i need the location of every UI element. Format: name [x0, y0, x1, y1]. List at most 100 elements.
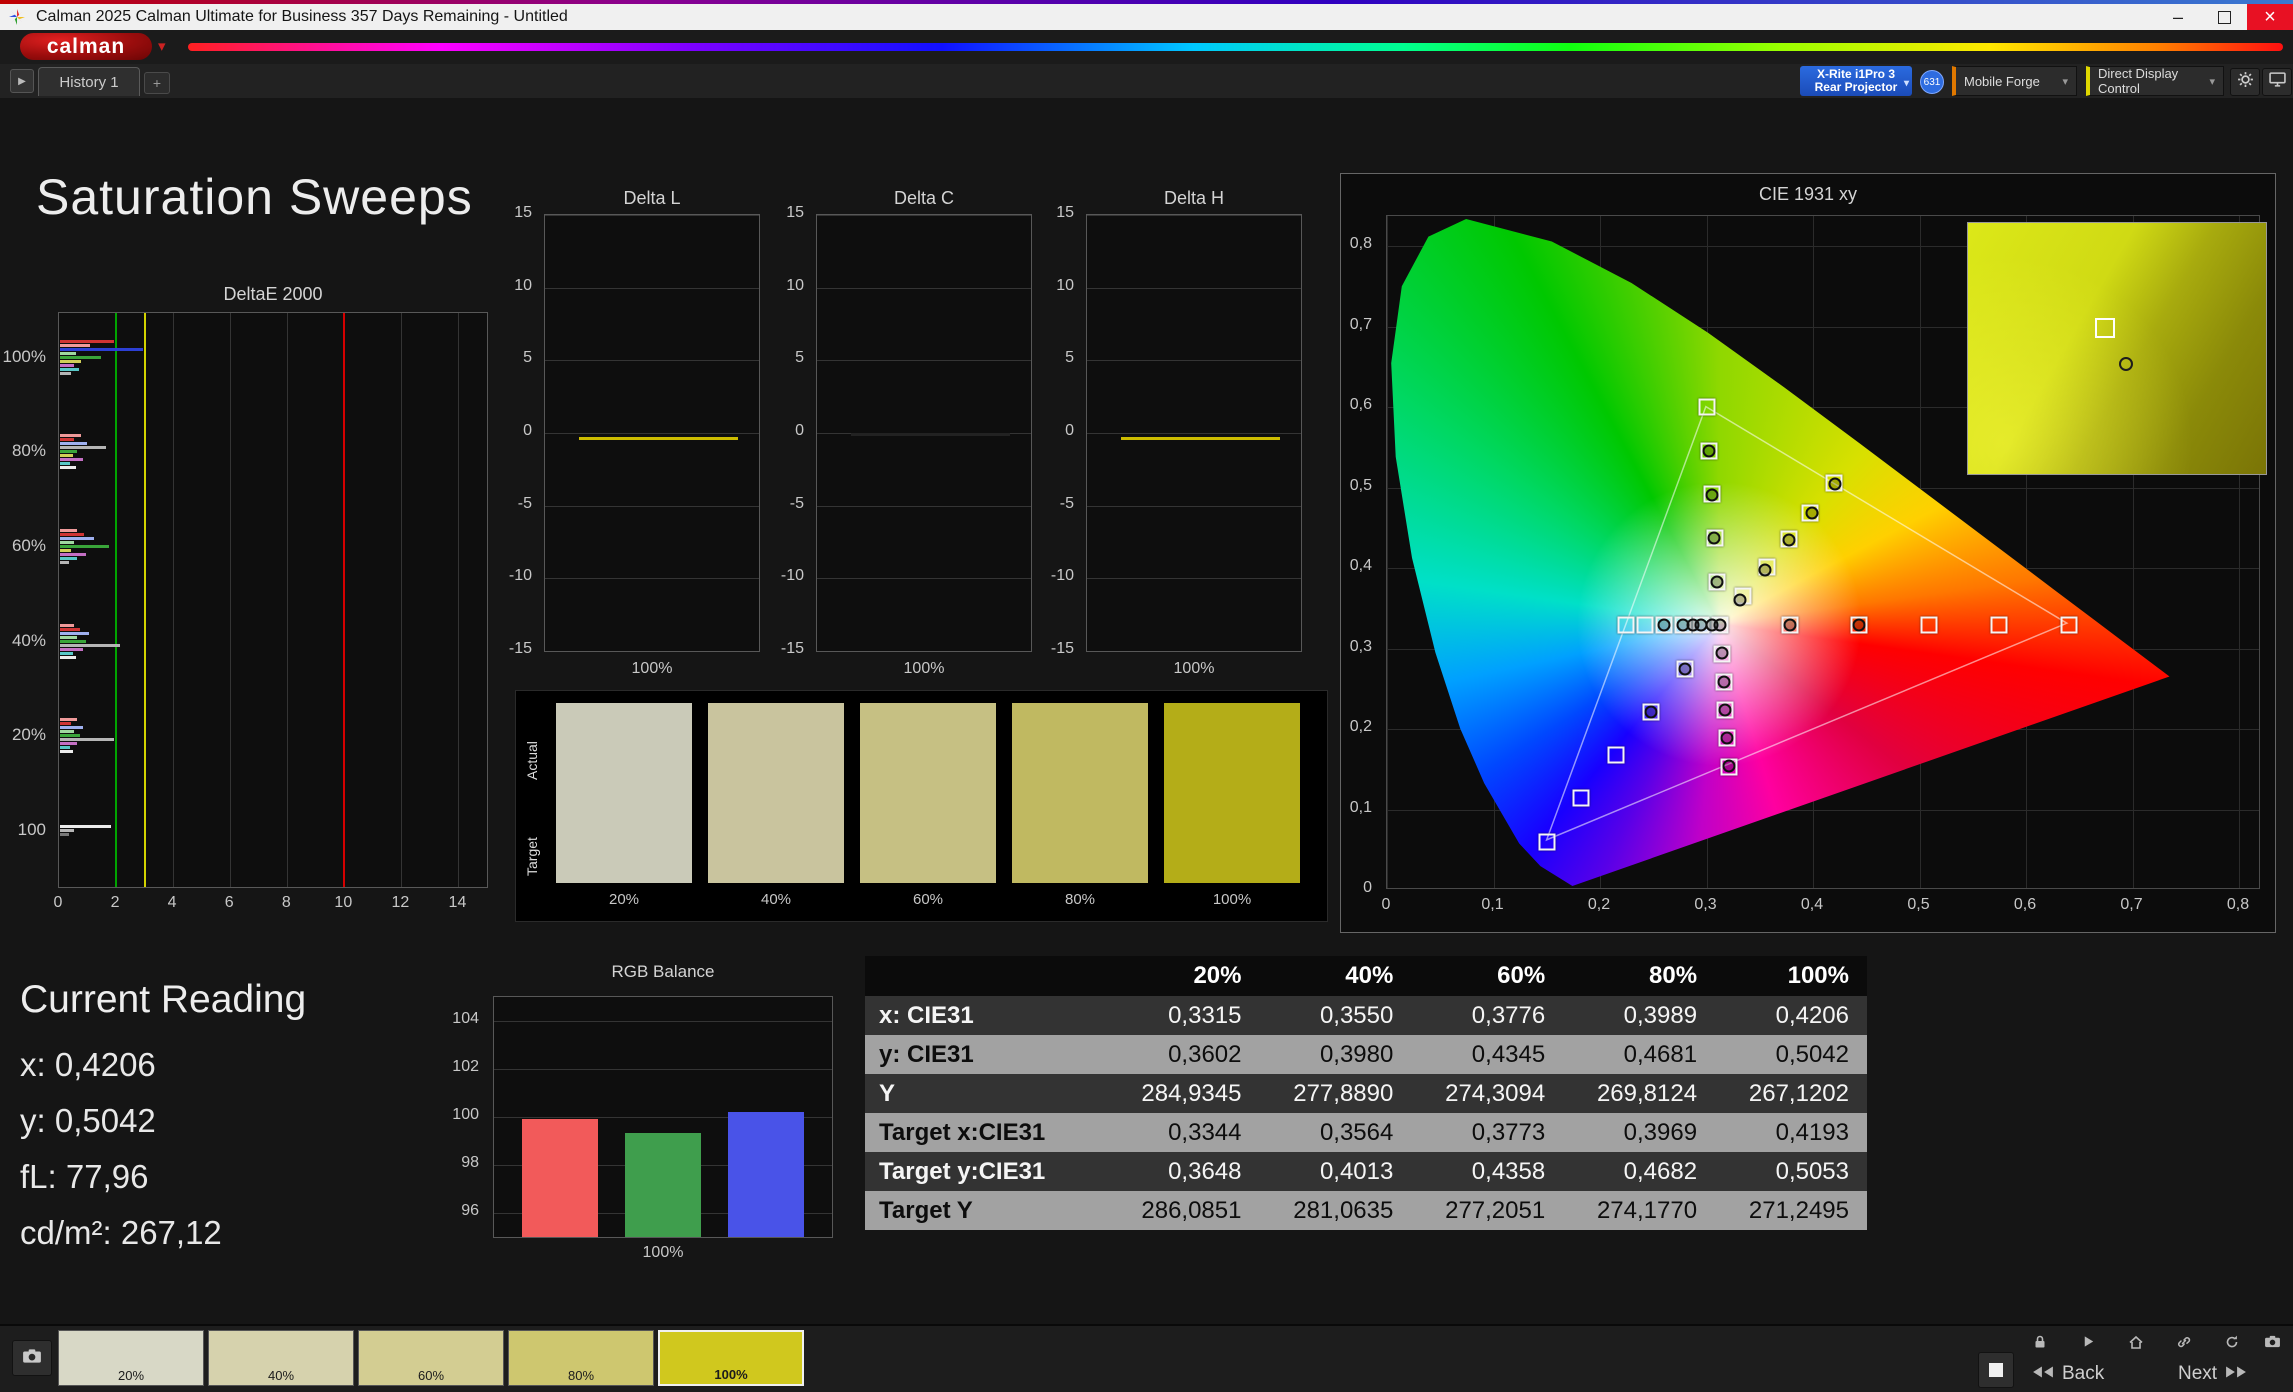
cie-x-axis: 0 0,1 0,2 0,3 0,4 0,5 0,6 0,7 0,8	[1382, 896, 2260, 918]
table-cell: 277,2051	[1411, 1191, 1564, 1230]
x-tick-label: 0	[53, 894, 63, 911]
delta-c-chart	[816, 214, 1032, 652]
deltae-bar	[60, 738, 115, 741]
table-cell: 0,4681	[1563, 1035, 1716, 1074]
reading-y: y: 0,5042	[20, 1102, 156, 1139]
display-monitor-button[interactable]	[2262, 68, 2292, 96]
titlebar: Calman 2025 Calman Ultimate for Business…	[0, 0, 2293, 30]
table-cell: 0,3969	[1563, 1113, 1716, 1152]
deltae-bar	[60, 372, 72, 375]
deltae-bar	[60, 648, 83, 651]
y-tick-label: 0	[1363, 879, 1372, 896]
source-button[interactable]: Mobile Forge ▾	[1952, 66, 2077, 96]
close-button[interactable]: ×	[2247, 4, 2293, 30]
deltae-bar	[60, 561, 69, 564]
tab-history-1[interactable]: History 1	[38, 67, 140, 96]
y-tick-label: 10	[514, 276, 532, 294]
stop-button[interactable]	[1978, 1352, 2014, 1388]
target-point	[1607, 746, 1625, 764]
measured-point	[1758, 563, 1772, 577]
rgb-bar	[728, 1112, 804, 1237]
minimize-button[interactable]: –	[2155, 4, 2201, 30]
meter-button[interactable]: X-Rite i1Pro 3 Rear Projector ▾	[1800, 66, 1912, 96]
gridline	[1087, 360, 1301, 362]
next-button[interactable]: Next	[2178, 1360, 2255, 1388]
display-control-label: Direct Display Control	[2098, 66, 2179, 96]
deltae-bar	[60, 344, 90, 347]
panel-expander-button[interactable]: ▶	[10, 69, 34, 93]
y-tick-label: -10	[780, 567, 804, 585]
chevron-down-icon: ▾	[1903, 78, 1909, 89]
thumbnail-label: 80%	[567, 1368, 595, 1383]
row-label: Target y:CIE31	[865, 1152, 1108, 1191]
y-tick-label: -10	[508, 567, 532, 585]
column-header: 40%	[1259, 956, 1412, 996]
page-thumbnail-60%[interactable]: 60%	[358, 1330, 504, 1386]
logo-menu-caret[interactable]: ▾	[158, 37, 166, 55]
deltae-bar	[60, 352, 76, 355]
column-header: 100%	[1715, 956, 1867, 996]
page-thumbnail-80%[interactable]: 80%	[508, 1330, 654, 1386]
y-tick-label: 0,7	[1349, 315, 1372, 333]
target-point	[1990, 616, 2008, 634]
deltae-bar	[60, 734, 80, 737]
rgb-y-axis: 96 98 100 102 104	[443, 996, 487, 1238]
delta-c-title: Delta C	[893, 188, 955, 208]
deltae-bar	[60, 446, 106, 449]
chevron-down-icon: ▾	[2062, 75, 2068, 88]
calman-logo-button[interactable]: calman	[20, 33, 152, 60]
gridline	[1087, 215, 1301, 216]
deltae-chart-title: DeltaE 2000	[223, 284, 323, 304]
table-cell: 0,4682	[1563, 1152, 1716, 1191]
table-cell: 0,3773	[1411, 1113, 1564, 1152]
swatch-level-label: 100%	[1212, 891, 1252, 908]
row-label: x: CIE31	[865, 996, 1108, 1035]
y-tick-label: 0	[523, 422, 532, 439]
deltae-bar	[60, 454, 73, 457]
deltae-bar	[60, 750, 73, 753]
delta-l-x-label: 100%	[631, 660, 673, 677]
play-button[interactable]	[2072, 1332, 2104, 1356]
table-cell: 0,3344	[1107, 1113, 1260, 1152]
screenshot-camera-button[interactable]	[12, 1340, 52, 1376]
page-thumbnail-100%[interactable]: 100%	[658, 1330, 804, 1386]
deltae-bar	[60, 730, 75, 733]
deltae-bar	[60, 458, 83, 461]
table-cell: 0,5042	[1715, 1035, 1867, 1074]
window-title: Calman 2025 Calman Ultimate for Business…	[36, 8, 568, 25]
add-tab-button[interactable]: +	[144, 72, 170, 94]
delta-c-y-axis: 15 10 5 0 -5 -10 -15	[766, 204, 812, 657]
gear-icon	[2237, 71, 2254, 93]
y-tick-label: 20%	[11, 725, 46, 744]
maximize-button[interactable]	[2201, 4, 2247, 30]
camera-small-button[interactable]	[2256, 1332, 2288, 1356]
table-cell: 277,8890	[1259, 1074, 1412, 1113]
reading-x: x: 0,4206	[20, 1046, 156, 1083]
gridline	[1087, 433, 1301, 434]
table-cell: 269,8124	[1563, 1074, 1716, 1113]
y-tick-label: 0	[1065, 422, 1074, 439]
table-cell: 0,3989	[1563, 996, 1716, 1035]
y-tick-label: 40%	[11, 631, 46, 650]
gridline	[545, 287, 759, 289]
page-thumbnail-20%[interactable]: 20%	[58, 1330, 204, 1386]
settings-gear-button[interactable]	[2230, 68, 2260, 96]
x-tick-label: 0	[1381, 896, 1391, 913]
deltae-bar	[60, 632, 89, 635]
page-thumbnail-40%[interactable]: 40%	[208, 1330, 354, 1386]
link-button[interactable]	[2168, 1332, 2200, 1356]
gridline	[817, 215, 1031, 216]
measured-point	[1782, 533, 1796, 547]
home-button[interactable]	[2120, 1332, 2152, 1356]
column-header: 80%	[1563, 956, 1716, 996]
toolbar: ▶ History 1 + X-Rite i1Pro 3 Rear Projec…	[0, 64, 2293, 98]
refresh-button[interactable]	[2216, 1332, 2248, 1356]
rgb-balance-title: RGB Balance	[611, 962, 715, 981]
column-header: 60%	[1411, 956, 1564, 996]
swatch-level-label: 60%	[912, 891, 944, 908]
display-control-button[interactable]: Direct Display Control ▾	[2086, 66, 2224, 96]
lock-button[interactable]	[2024, 1332, 2056, 1356]
rewind-icon	[2024, 1363, 2062, 1385]
measured-point	[1702, 444, 1716, 458]
back-button[interactable]: Back	[2024, 1360, 2104, 1388]
